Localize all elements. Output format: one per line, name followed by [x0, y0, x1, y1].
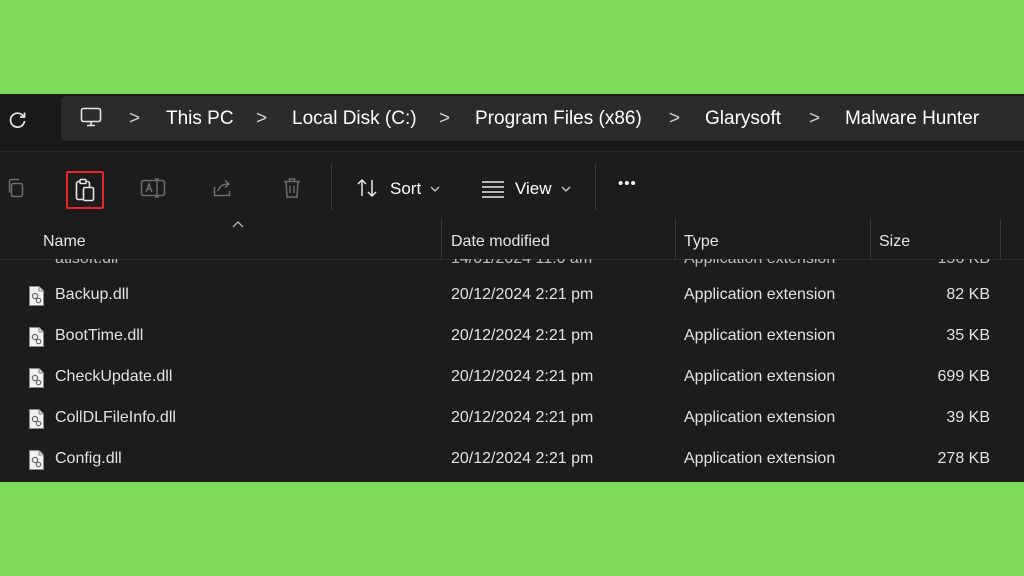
file-size: 39 KB	[946, 409, 990, 426]
copy-button[interactable]	[0, 170, 34, 206]
table-row[interactable]: Backup.dll 20/12/2024 2:21 pm Applicatio…	[0, 276, 1024, 317]
breadcrumb-this-pc[interactable]: This PC	[166, 108, 234, 130]
sort-icon	[357, 178, 377, 198]
view-button[interactable]: View	[478, 168, 578, 208]
rename-icon	[140, 178, 166, 198]
copy-icon	[8, 178, 24, 198]
file-type: Application extension	[684, 286, 836, 303]
column-divider[interactable]	[675, 219, 676, 259]
breadcrumb-glarysoft[interactable]: Glarysoft	[705, 108, 781, 130]
file-type: Application extension	[684, 368, 836, 385]
paste-button[interactable]	[66, 171, 104, 209]
column-type[interactable]: Type	[684, 233, 719, 251]
file-type: Application extension	[684, 259, 835, 268]
toolbar-divider	[331, 164, 332, 210]
file-name: atlsoft.dll	[55, 259, 118, 268]
file-date: 14/01/2024 11:0 am	[451, 259, 592, 268]
rename-button[interactable]	[135, 170, 171, 206]
share-icon	[213, 179, 231, 197]
breadcrumb-separator[interactable]: >	[669, 108, 680, 130]
breadcrumb[interactable]: > This PC > Local Disk (C:) > Program Fi…	[61, 96, 1024, 141]
dll-file-icon	[29, 327, 44, 347]
address-bar: > This PC > Local Disk (C:) > Program Fi…	[0, 94, 1024, 151]
delete-button[interactable]	[274, 170, 310, 206]
view-icon	[482, 181, 504, 198]
chevron-down-icon	[430, 186, 440, 192]
file-size: 278 KB	[937, 450, 990, 467]
breadcrumb-separator[interactable]: >	[129, 108, 140, 130]
column-header: Name Date modified Type Size	[0, 219, 1024, 260]
file-name: CollDLFileInfo.dll	[55, 409, 176, 426]
breadcrumb-malware-hunter[interactable]: Malware Hunter	[845, 108, 979, 130]
file-size: 35 KB	[946, 327, 990, 344]
column-date-modified[interactable]: Date modified	[451, 233, 550, 251]
file-size: 82 KB	[946, 286, 990, 303]
file-date: 20/12/2024 2:21 pm	[451, 286, 594, 303]
breadcrumb-local-disk[interactable]: Local Disk (C:)	[292, 108, 417, 130]
dll-file-icon	[29, 368, 44, 388]
table-row-partial[interactable]: atlsoft.dll 14/01/2024 11:0 am Applicati…	[0, 259, 1024, 271]
this-pc-icon[interactable]	[79, 105, 103, 134]
view-label: View	[515, 179, 552, 198]
file-explorer-window: > This PC > Local Disk (C:) > Program Fi…	[0, 94, 1024, 482]
file-date: 20/12/2024 2:21 pm	[451, 368, 594, 385]
refresh-button[interactable]	[5, 107, 31, 133]
breadcrumb-separator[interactable]: >	[809, 108, 820, 130]
column-size[interactable]: Size	[879, 233, 910, 251]
command-bar: Sort View •••	[0, 151, 1024, 220]
trash-icon	[284, 178, 300, 198]
breadcrumb-separator[interactable]: >	[256, 108, 267, 130]
file-size: 156 KB	[938, 259, 990, 268]
table-row[interactable]: CheckUpdate.dll 20/12/2024 2:21 pm Appli…	[0, 358, 1024, 399]
table-row[interactable]: BootTime.dll 20/12/2024 2:21 pm Applicat…	[0, 317, 1024, 358]
paste-icon	[75, 178, 95, 202]
column-name[interactable]: Name	[43, 233, 86, 251]
breadcrumb-separator[interactable]: >	[439, 108, 450, 130]
breadcrumb-program-files-x86[interactable]: Program Files (x86)	[475, 108, 642, 130]
sort-label: Sort	[390, 179, 422, 198]
table-row[interactable]: CollDLFileInfo.dll 20/12/2024 2:21 pm Ap…	[0, 399, 1024, 440]
file-name: Config.dll	[55, 450, 122, 467]
table-row[interactable]: Config.dll 20/12/2024 2:21 pm Applicatio…	[0, 440, 1024, 481]
file-name: BootTime.dll	[55, 327, 144, 344]
column-divider[interactable]	[1000, 219, 1001, 259]
sort-ascending-icon	[232, 221, 244, 228]
toolbar-divider	[595, 164, 596, 210]
file-size: 699 KB	[937, 368, 990, 385]
refresh-icon	[9, 112, 26, 128]
file-type: Application extension	[684, 450, 836, 467]
file-name: CheckUpdate.dll	[55, 368, 173, 385]
dll-file-icon	[29, 409, 44, 429]
dll-file-icon	[29, 286, 44, 306]
chevron-down-icon	[561, 186, 571, 192]
share-button[interactable]	[205, 170, 241, 206]
file-type: Application extension	[684, 409, 836, 426]
file-date: 20/12/2024 2:21 pm	[451, 450, 594, 467]
file-date: 20/12/2024 2:21 pm	[451, 409, 594, 426]
file-type: Application extension	[684, 327, 836, 344]
dll-file-icon	[29, 450, 44, 470]
file-date: 20/12/2024 2:21 pm	[451, 327, 594, 344]
file-name: Backup.dll	[55, 286, 129, 303]
column-divider[interactable]	[441, 219, 442, 259]
more-options-button[interactable]: •••	[618, 175, 637, 192]
column-divider[interactable]	[870, 219, 871, 259]
sort-button[interactable]: Sort	[353, 168, 445, 208]
